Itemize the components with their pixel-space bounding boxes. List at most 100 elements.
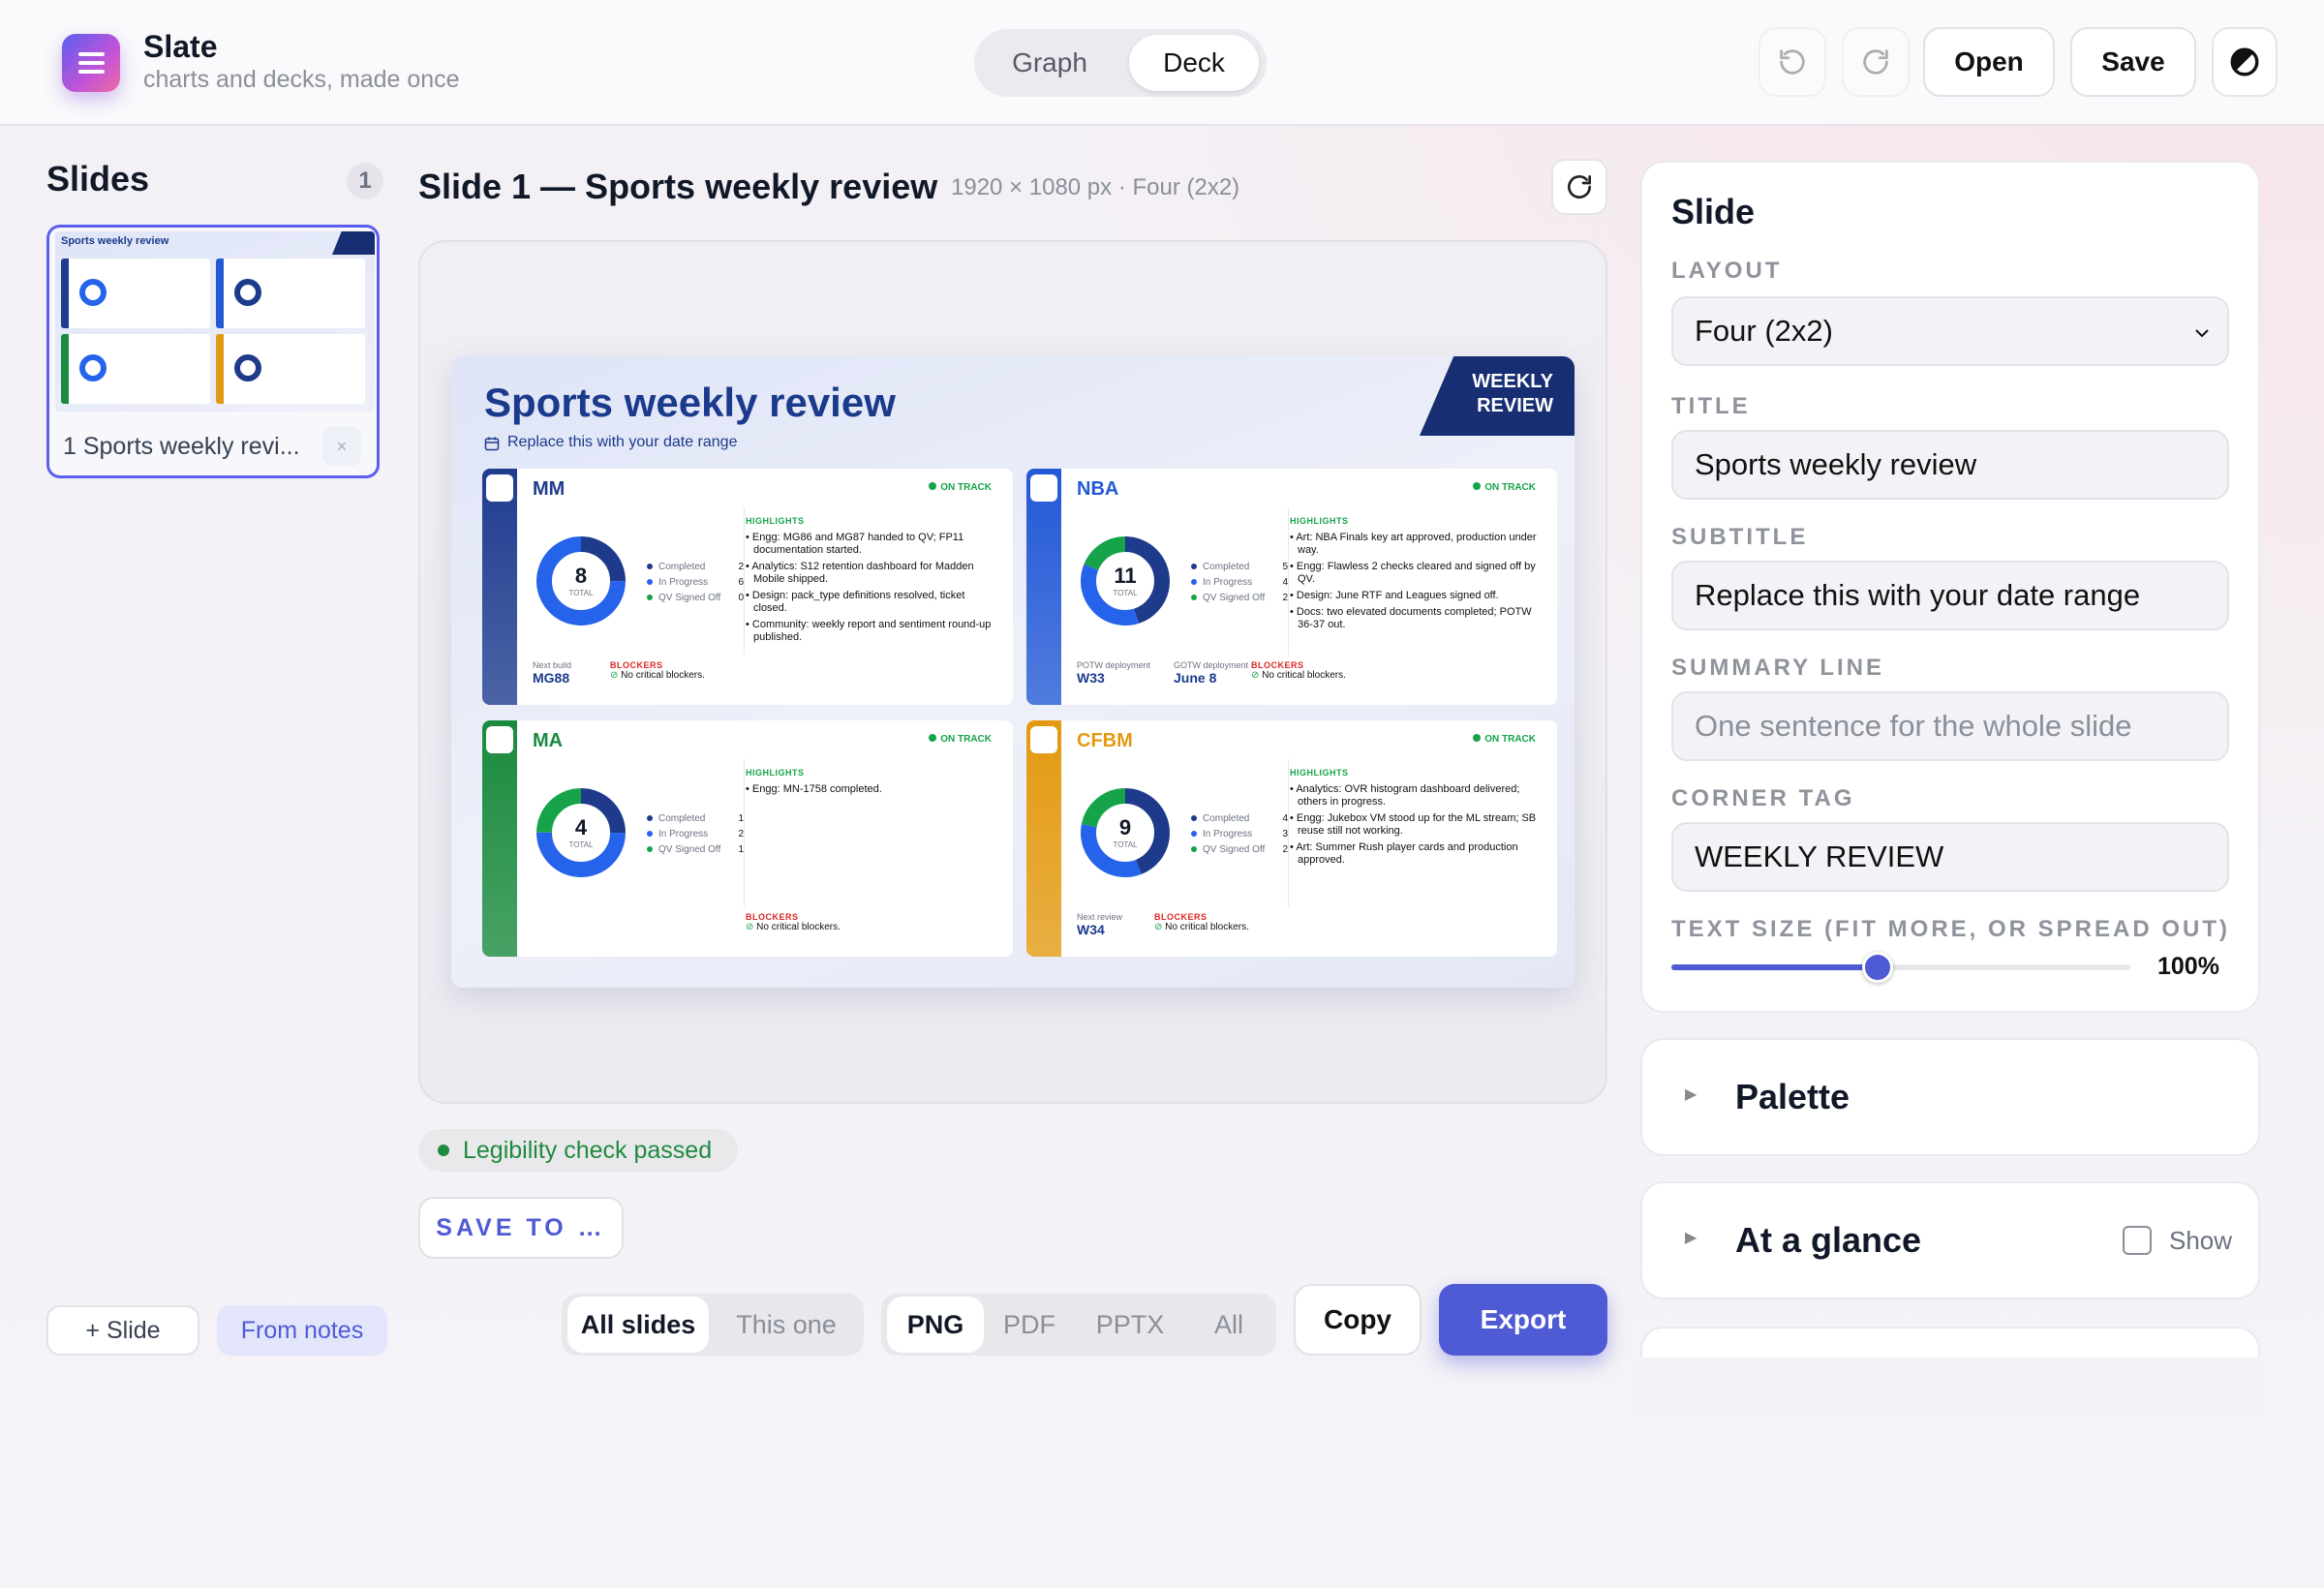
delete-slide-icon[interactable]: × — [322, 427, 361, 466]
highlight-item: • Docs: two elevated documents completed… — [1290, 606, 1532, 630]
refresh-button[interactable] — [1551, 159, 1607, 215]
card-legend: Completed 1 In Progress 2 QV Signed Off 1 — [647, 813, 744, 860]
thumb-label: 1 Sports weekly revi... — [63, 433, 300, 460]
calendar-icon — [484, 437, 500, 451]
donut-total-label: TOTAL — [1113, 589, 1138, 597]
format-all[interactable]: All — [1187, 1297, 1270, 1353]
legend-row: In Progress 2 — [647, 829, 744, 844]
redo-icon — [1863, 49, 1888, 75]
thumb-card — [216, 334, 365, 404]
donut-total-label: TOTAL — [1113, 840, 1138, 849]
text-size-slider[interactable] — [1671, 952, 2130, 983]
legibility-status: Legibility check passed — [418, 1129, 738, 1172]
refresh-icon — [1568, 175, 1591, 198]
team-logo-icon — [1030, 726, 1057, 753]
legend-row: QV Signed Off 2 — [1191, 844, 1288, 860]
donut-total: 11 — [1114, 564, 1137, 588]
page-title: Slide 1 — Sports weekly review — [418, 167, 938, 206]
slide-title: Sports weekly review — [484, 380, 896, 425]
format-pptx[interactable]: PPTX — [1075, 1297, 1185, 1353]
app-name: Slate — [143, 29, 218, 64]
blockers: BLOCKERS ⊘ No critical blockers. — [746, 912, 841, 932]
undo-icon — [1780, 49, 1805, 75]
legibility-text: Legibility check passed — [463, 1137, 713, 1164]
legend-row: Completed 4 — [1191, 813, 1288, 829]
corner-tag-field[interactable]: WEEKLY REVIEW — [1671, 822, 2229, 892]
redo-button[interactable] — [1842, 27, 1910, 97]
team-logo-icon — [486, 474, 513, 502]
highlights: HIGHLIGHTS • Engg: MN-1758 completed. — [746, 767, 999, 800]
slide-preview[interactable]: Sports weekly review Replace this with y… — [451, 356, 1575, 988]
legend-row: Completed 2 — [647, 562, 744, 577]
donut-total: 4 — [574, 815, 588, 840]
show-checkbox[interactable] — [2123, 1226, 2152, 1255]
copy-button[interactable]: Copy — [1294, 1284, 1422, 1356]
status-card: MA ON TRACK 4 TOTAL Completed 1 In Progress 2 QV… — [482, 720, 1013, 957]
highlight-item: • Engg: Flawless 2 checks cleared and si… — [1290, 561, 1536, 585]
format-png[interactable]: PNG — [887, 1297, 984, 1353]
legend-row: In Progress 6 — [647, 577, 744, 593]
card-legend: Completed 2 In Progress 6 QV Signed Off 0 — [647, 562, 744, 608]
at-a-glance-section[interactable]: ▶ At a glance Show — [1640, 1181, 2260, 1299]
status-badge: ON TRACK — [1473, 734, 1536, 745]
card-legend: Completed 5 In Progress 4 QV Signed Off 2 — [1191, 562, 1288, 608]
highlights: HIGHLIGHTS • Engg: MG86 and MG87 handed t… — [746, 515, 999, 648]
card-color-bar — [482, 469, 517, 705]
card-name: MM — [533, 478, 566, 500]
note-block: GOTW deployment June 8 — [1174, 660, 1249, 686]
title-field[interactable]: Sports weekly review — [1671, 430, 2229, 500]
tab-deck[interactable]: Deck — [1129, 35, 1259, 91]
scope-all-slides[interactable]: All slides — [567, 1297, 709, 1353]
palette-section[interactable]: ▶ Palette — [1640, 1038, 2260, 1156]
slide-thumbnail[interactable]: Sports weekly review 1 Sports weekly rev… — [46, 225, 380, 478]
mode-switch: Graph Deck — [974, 29, 1267, 97]
panel-fade — [1636, 1358, 2266, 1416]
donut-total: 9 — [1118, 815, 1132, 840]
corner-tag: WEEKLY REVIEW — [1420, 356, 1575, 436]
divider — [744, 759, 745, 906]
legend-row: QV Signed Off 2 — [1191, 593, 1288, 608]
subtitle-field[interactable]: Replace this with your date range — [1671, 561, 2229, 630]
add-slide-button[interactable]: + Slide — [46, 1305, 199, 1356]
summary-field[interactable]: One sentence for the whole slide — [1671, 691, 2229, 761]
from-notes-button[interactable]: From notes — [217, 1305, 387, 1356]
blockers: BLOCKERS ⊘ No critical blockers. — [1154, 912, 1249, 932]
card-color-bar — [482, 720, 517, 957]
export-scope-group: All slides This one — [562, 1294, 864, 1356]
layout-select[interactable]: Four (2x2) — [1671, 296, 2229, 366]
slides-heading: Slides — [46, 159, 150, 198]
slide-count-badge: 1 — [347, 163, 383, 199]
app-logo-icon — [62, 34, 120, 92]
open-button[interactable]: Open — [1923, 27, 2055, 97]
highlight-item: • Engg: MN-1758 completed. — [746, 783, 882, 795]
expand-arrow-icon: ▶ — [1685, 1086, 1697, 1103]
export-button[interactable]: Export — [1439, 1284, 1607, 1356]
card-name: CFBM — [1077, 730, 1133, 751]
highlight-item: • Analytics: S12 retention dashboard for… — [746, 561, 974, 585]
divider — [1288, 507, 1289, 655]
scope-this-one[interactable]: This one — [715, 1297, 858, 1353]
format-pdf[interactable]: PDF — [986, 1297, 1073, 1353]
donut-total-label: TOTAL — [568, 589, 594, 597]
legend-row: Completed 5 — [1191, 562, 1288, 577]
save-to-button[interactable]: SAVE TO … — [418, 1197, 624, 1259]
note-block: Next review W34 — [1077, 912, 1123, 937]
team-logo-icon — [486, 726, 513, 753]
highlight-item: • Art: Summer Rush player cards and prod… — [1290, 841, 1518, 866]
donut-total-label: TOTAL — [568, 840, 594, 849]
thumb-tag — [332, 231, 375, 255]
status-card: CFBM ON TRACK 9 TOTAL Completed 4 In Progress 3… — [1026, 720, 1557, 957]
text-size-value: 100% — [2157, 953, 2219, 980]
app-tagline: charts and decks, made once — [143, 66, 460, 93]
undo-button[interactable] — [1758, 27, 1826, 97]
theme-toggle-button[interactable] — [2212, 27, 2278, 97]
legend-row: In Progress 3 — [1191, 829, 1288, 844]
divider — [744, 507, 745, 655]
layout-value: Four (2x2) — [1695, 314, 1833, 348]
tab-graph[interactable]: Graph — [982, 35, 1117, 91]
highlight-item: • Engg: Jukebox VM stood up for the ML s… — [1290, 812, 1537, 837]
save-button[interactable]: Save — [2070, 27, 2196, 97]
thumb-title: Sports weekly review — [61, 235, 169, 247]
highlight-item: • Analytics: OVR histogram dashboard del… — [1290, 783, 1520, 808]
legend-row: Completed 1 — [647, 813, 744, 829]
